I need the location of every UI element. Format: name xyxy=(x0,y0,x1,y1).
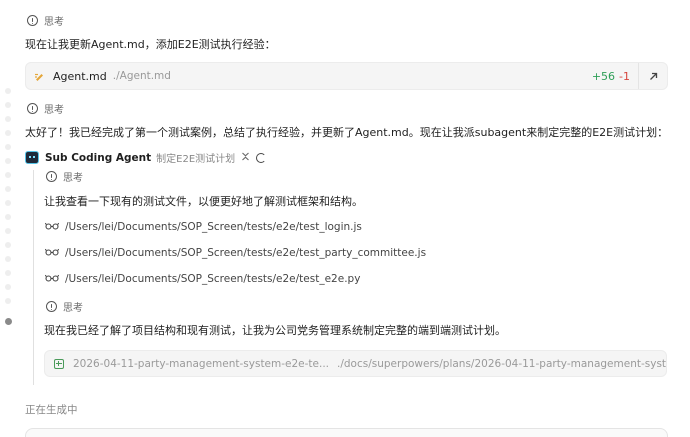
deletions-count: -1 xyxy=(619,69,630,83)
chat-page: 思考 现在让我更新Agent.md，添加E2E测试执行经验： Agent.md … xyxy=(0,0,690,437)
pencil-icon xyxy=(35,73,43,81)
collapse-icon[interactable] xyxy=(241,152,250,164)
timeline-dot xyxy=(5,270,11,276)
assistant-message: 太好了！我已经完成了第一个测试案例，总结了执行经验，并更新了Agent.md。现… xyxy=(25,126,669,139)
subagent-task: 制定E2E测试计划 xyxy=(156,154,236,165)
timeline-dot xyxy=(5,186,11,192)
file-plus-icon xyxy=(54,358,64,369)
new-file-card[interactable]: 2026-04-11-party-management-system-e2e-t… xyxy=(44,350,667,377)
read-file-item[interactable]: /Users/lei/Documents/SOP_Screen/tests/e2… xyxy=(44,247,427,259)
subagent-message: 现在我已经了解了项目结构和现有测试，让我为公司党务管理系统制定完整的端到端测试计… xyxy=(44,324,506,337)
file-edit-card[interactable]: Agent.md ./Agent.md +56 -1 xyxy=(25,62,668,90)
read-file-path: /Users/lei/Documents/SOP_Screen/tests/e2… xyxy=(65,247,427,259)
robot-icon xyxy=(25,151,39,164)
info-icon xyxy=(46,301,57,312)
timeline-dot xyxy=(5,256,11,262)
timeline-dot xyxy=(5,172,11,178)
subagent-header[interactable]: Sub Coding Agent 制定E2E测试计划 xyxy=(25,150,267,165)
subagent-message: 让我查看一下现有的测试文件，以便更好地了解测试框架和结构。 xyxy=(44,195,363,208)
glasses-icon xyxy=(44,248,60,259)
thinking-label: 思考 xyxy=(63,303,83,314)
new-file-path: ./docs/superpowers/plans/2026-04-11-part… xyxy=(337,357,667,370)
thinking-label: 思考 xyxy=(63,173,83,184)
thinking-toggle[interactable]: 思考 xyxy=(27,101,64,116)
timeline-dot xyxy=(5,88,11,94)
timeline-dot-active[interactable] xyxy=(4,318,12,325)
info-icon xyxy=(46,171,57,182)
glasses-icon xyxy=(44,274,60,285)
file-name: Agent.md xyxy=(53,69,107,83)
info-icon xyxy=(27,15,38,26)
timeline-dot xyxy=(5,228,11,234)
open-file-button[interactable] xyxy=(639,71,667,82)
timeline-dot xyxy=(5,144,11,150)
thinking-toggle[interactable]: 思考 xyxy=(27,13,64,28)
subagent-name: Sub Coding Agent xyxy=(45,151,152,164)
timeline-dot xyxy=(5,284,11,290)
read-file-item[interactable]: /Users/lei/Documents/SOP_Screen/tests/e2… xyxy=(44,273,361,285)
assistant-message: 现在让我更新Agent.md，添加E2E测试执行经验： xyxy=(25,38,276,51)
timeline-dot xyxy=(5,130,11,136)
timeline-dot xyxy=(5,242,11,248)
read-file-item[interactable]: /Users/lei/Documents/SOP_Screen/tests/e2… xyxy=(44,221,362,233)
info-icon xyxy=(27,103,38,114)
timeline-dot xyxy=(5,200,11,206)
timeline-dot xyxy=(5,298,11,304)
thinking-label: 思考 xyxy=(44,105,64,116)
timeline-dot xyxy=(5,102,11,108)
timeline-dot xyxy=(5,158,11,164)
read-file-path: /Users/lei/Documents/SOP_Screen/tests/e2… xyxy=(65,221,362,233)
glasses-icon xyxy=(44,222,60,233)
generating-status: 正在生成中 xyxy=(25,404,78,416)
additions-count: +56 xyxy=(591,69,616,83)
loading-spinner-icon xyxy=(256,152,267,163)
new-file-name: 2026-04-11-party-management-system-e2e-t… xyxy=(73,357,330,370)
read-file-path: /Users/lei/Documents/SOP_Screen/tests/e2… xyxy=(65,273,361,285)
thinking-toggle[interactable]: 思考 xyxy=(46,169,83,184)
thinking-label: 思考 xyxy=(44,17,64,28)
arrow-up-right-icon xyxy=(649,72,657,80)
file-path: ./Agent.md xyxy=(112,70,171,82)
collapse-arrows-icon xyxy=(242,152,250,160)
timeline-dot xyxy=(5,116,11,122)
timeline-dot xyxy=(5,214,11,220)
chat-input-box[interactable] xyxy=(25,428,668,437)
subagent-nesting-line xyxy=(33,170,34,385)
thinking-toggle[interactable]: 思考 xyxy=(46,299,83,314)
